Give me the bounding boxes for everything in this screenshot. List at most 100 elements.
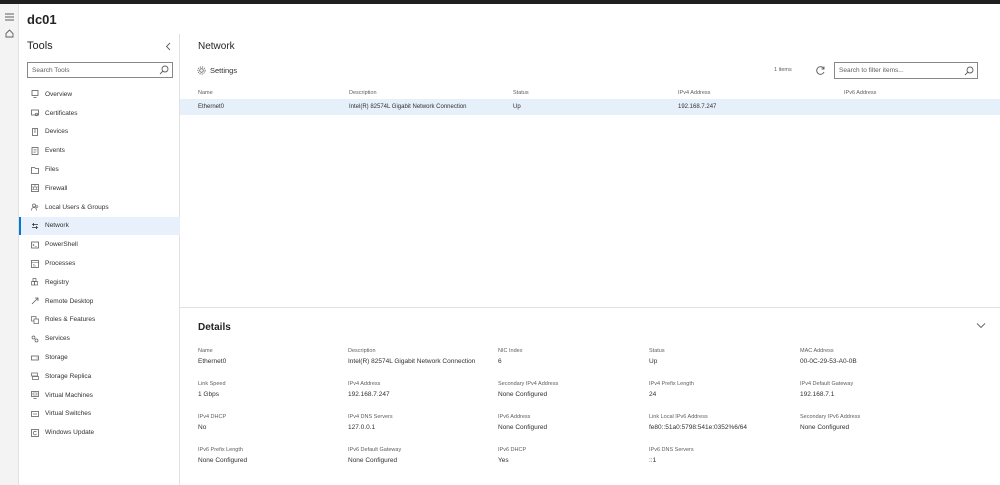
tool-item-certificates[interactable]: Certificates — [19, 104, 180, 123]
tool-item-label: Windows Update — [45, 429, 95, 437]
detail-label: IPv4 Address — [348, 381, 381, 387]
tool-item-virtual-machines[interactable]: Virtual Machines — [19, 386, 180, 405]
filter-input[interactable] — [835, 63, 955, 78]
tool-item-firewall[interactable]: Firewall — [19, 179, 180, 198]
detail-value: ::1 — [649, 457, 657, 464]
tool-item-registry[interactable]: Registry — [19, 273, 180, 292]
tools-pane: Tools Overview Certificates Devices Even… — [19, 34, 180, 485]
detail-label: IPv4 DNS Servers — [348, 414, 393, 420]
tool-item-windows-update[interactable]: Windows Update — [19, 423, 180, 442]
detail-label: MAC Address — [800, 348, 834, 354]
server-name: dc01 — [27, 12, 57, 27]
tool-item-processes[interactable]: Processes — [19, 254, 180, 273]
tool-item-files[interactable]: Files — [19, 160, 180, 179]
tool-item-storage-replica[interactable]: Storage Replica — [19, 367, 180, 386]
search-icon[interactable] — [159, 65, 169, 75]
settings-label: Settings — [210, 66, 238, 75]
detail-value: 192.168.7.247 — [348, 391, 390, 398]
detail-label: IPv6 DHCP — [498, 447, 527, 453]
tools-search-box[interactable] — [27, 62, 173, 78]
details-title: Details — [198, 322, 231, 333]
tool-item-powershell[interactable]: PowerShell — [19, 235, 180, 254]
detail-value: None Configured — [198, 457, 248, 464]
chevron-down-icon — [976, 323, 986, 329]
details-collapse-button[interactable] — [976, 322, 986, 332]
detail-value: Yes — [498, 457, 509, 464]
tool-item-label: Files — [45, 166, 59, 174]
detail-value: Ethernet0 — [198, 358, 227, 365]
tool-item-overview[interactable]: Overview — [19, 85, 180, 104]
column-header-ipv6[interactable]: IPv6 Address — [844, 90, 876, 96]
detail-label: IPv4 Prefix Length — [649, 381, 694, 387]
tool-item-storage[interactable]: Storage — [19, 348, 180, 367]
table-row[interactable]: Ethernet0 Intel(R) 82574L Gigabit Networ… — [180, 99, 1000, 115]
detail-label: Status — [649, 348, 665, 354]
tool-item-devices[interactable]: Devices — [19, 123, 180, 142]
cell-name: Ethernet0 — [198, 104, 225, 110]
detail-field: IPv4 DHCP No — [198, 414, 348, 431]
overview-icon — [30, 90, 39, 99]
home-icon[interactable] — [4, 28, 15, 39]
column-header-status[interactable]: Status — [513, 90, 529, 96]
column-header-name[interactable]: Name — [198, 90, 213, 96]
detail-field: Secondary IPv4 Address None Configured — [498, 381, 648, 398]
detail-field: IPv4 Address 192.168.7.247 — [348, 381, 498, 398]
detail-value: No — [198, 424, 207, 431]
tool-item-label: Processes — [45, 260, 76, 268]
collapse-tools-button[interactable] — [162, 40, 174, 52]
detail-value: None Configured — [498, 424, 548, 431]
detail-field: Description Intel(R) 82574L Gigabit Netwo… — [348, 348, 498, 365]
tool-item-label: Storage Replica — [45, 372, 92, 380]
tool-item-services[interactable]: Services — [19, 329, 180, 348]
detail-value: 6 — [498, 358, 502, 365]
tool-item-label: Events — [45, 147, 65, 155]
column-header-description[interactable]: Description — [349, 90, 377, 96]
detail-field: Name Ethernet0 — [198, 348, 348, 365]
certificate-icon — [30, 109, 39, 118]
detail-label: NIC Index — [498, 348, 523, 354]
detail-value: 24 — [649, 391, 657, 398]
detail-label: IPv6 Address — [498, 414, 531, 420]
detail-field: IPv4 Prefix Length 24 — [649, 381, 799, 398]
detail-field: IPv4 Default Gateway 192.168.7.1 — [800, 381, 950, 398]
services-icon — [30, 334, 39, 343]
detail-label: Description — [348, 348, 376, 354]
tools-search-input[interactable] — [28, 63, 148, 77]
tool-item-events[interactable]: Events — [19, 141, 180, 160]
tool-item-remote-desktop[interactable]: Remote Desktop — [19, 292, 180, 311]
detail-label: IPv4 Default Gateway — [800, 381, 854, 387]
detail-field: NIC Index 6 — [498, 348, 648, 365]
detail-label: Link Local IPv6 Address — [649, 414, 708, 420]
tool-item-local-users-groups[interactable]: Local Users & Groups — [19, 198, 180, 217]
tool-item-network[interactable]: Network — [19, 216, 180, 236]
tool-list: Overview Certificates Devices Events Fil… — [19, 85, 180, 442]
hamburger-menu-icon[interactable] — [4, 11, 15, 22]
detail-label: Secondary IPv4 Address — [498, 381, 559, 387]
tool-item-label: Remote Desktop — [45, 297, 94, 305]
column-header-ipv4[interactable]: IPv4 Address — [678, 90, 710, 96]
window-top-bar — [0, 0, 1000, 4]
refresh-button[interactable] — [815, 65, 826, 76]
tool-item-label: Overview — [45, 90, 73, 98]
detail-value: 127.0.0.1 — [348, 424, 376, 431]
detail-label: Link Speed — [198, 381, 226, 387]
switch-icon — [30, 409, 39, 418]
settings-button[interactable]: Settings — [197, 66, 237, 75]
tool-item-virtual-switches[interactable]: Virtual Switches — [19, 405, 180, 424]
cell-ipv4: 192.168.7.247 — [678, 104, 717, 110]
events-icon — [30, 146, 39, 155]
tool-item-label: Devices — [45, 128, 69, 136]
page-title: Network — [198, 41, 235, 52]
network-icon — [30, 221, 39, 230]
detail-value: None Configured — [348, 457, 398, 464]
tool-item-roles-features[interactable]: Roles & Features — [19, 311, 180, 330]
search-icon[interactable] — [964, 66, 974, 76]
detail-value: 192.168.7.1 — [800, 391, 835, 398]
filter-box[interactable] — [834, 62, 978, 79]
detail-field: IPv6 Prefix Length None Configured — [198, 447, 348, 464]
detail-field: IPv6 DHCP Yes — [498, 447, 648, 464]
detail-value: 1 Gbps — [198, 391, 219, 398]
devices-icon — [30, 127, 39, 136]
detail-value: fe80::51a0:5798:541e:0352%6/64 — [649, 424, 747, 431]
refresh-icon — [816, 66, 825, 75]
